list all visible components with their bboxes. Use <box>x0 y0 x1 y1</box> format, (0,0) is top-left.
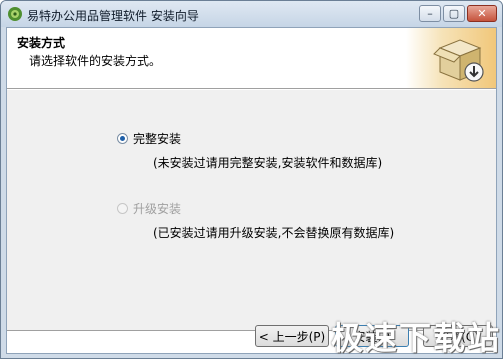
radio-full-install[interactable] <box>117 133 128 144</box>
minimize-button[interactable]: – <box>419 5 441 22</box>
title-bar: 易特办公用品管理软件 安装向导 – ▢ ✕ <box>1 1 502 27</box>
install-box-icon <box>433 39 484 82</box>
option-full-install-label: 完整安装 <box>133 132 182 146</box>
app-icon <box>8 7 22 21</box>
close-icon: ✕ <box>477 7 487 20</box>
maximize-icon: ▢ <box>448 7 460 20</box>
minimize-icon: – <box>427 7 433 20</box>
options-area: 完整安装 (未安装过请用完整安装,安装软件和数据库) 升级安装 (已安装过请用升… <box>7 90 496 330</box>
option-upgrade-install[interactable]: 升级安装 <box>117 200 181 217</box>
option-full-install-description: (未安装过请用完整安装,安装软件和数据库) <box>153 156 383 170</box>
close-button[interactable]: ✕ <box>467 5 497 22</box>
page-subtitle: 请选择软件的安装方式。 <box>29 54 162 68</box>
option-full-install[interactable]: 完整安装 <box>117 130 181 147</box>
wizard-header: 安装方式 请选择软件的安装方式。 <box>7 28 496 88</box>
installer-window: 易特办公用品管理软件 安装向导 – ▢ ✕ 安装方式 请选择软件的安装方式。 完… <box>0 0 503 359</box>
page-title: 安装方式 <box>17 36 66 50</box>
radio-upgrade-install[interactable] <box>117 203 128 214</box>
option-upgrade-install-description: (已安装过请用升级安装,不会替换原有数据库) <box>153 226 395 240</box>
watermark: 极速下载站 <box>331 319 502 357</box>
back-button[interactable]: < 上一步(P) <box>255 325 329 347</box>
maximize-button[interactable]: ▢ <box>443 5 465 22</box>
window-title: 易特办公用品管理软件 安装向导 <box>27 9 199 23</box>
wizard-panel: 安装方式 请选择软件的安装方式。 完整安装 (未安装过请用完整安装,安装软件和数… <box>6 27 497 354</box>
option-upgrade-install-label: 升级安装 <box>133 202 182 216</box>
header-banner <box>406 28 496 88</box>
